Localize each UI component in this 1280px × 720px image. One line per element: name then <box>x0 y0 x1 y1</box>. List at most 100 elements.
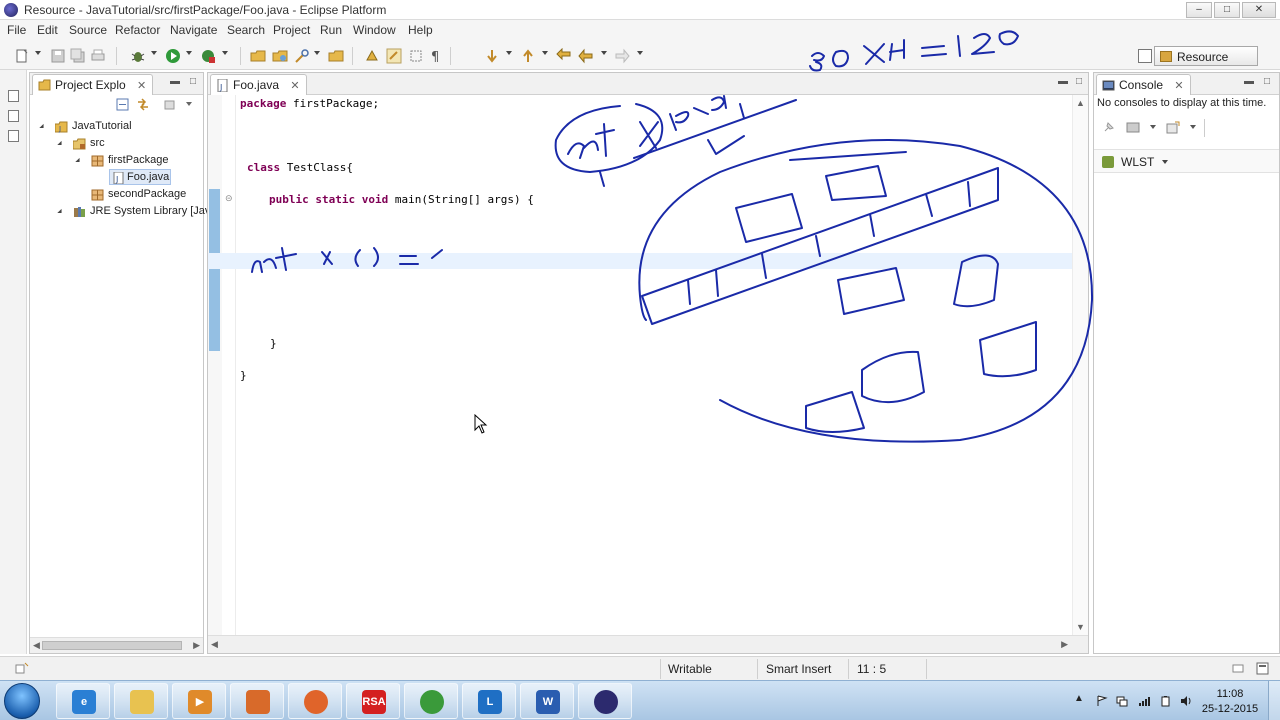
back-icon[interactable] <box>578 48 594 64</box>
save-all-icon[interactable] <box>70 48 86 64</box>
close-icon[interactable]: ✕ <box>1174 80 1183 92</box>
scroll-left-icon[interactable]: ◀ <box>211 639 218 650</box>
menu-navigate[interactable]: Navigate <box>170 23 217 37</box>
signal-icon[interactable] <box>1138 695 1150 707</box>
maximize-trim-icon[interactable] <box>1256 662 1269 675</box>
wlst-label[interactable]: WLST <box>1121 155 1154 169</box>
search-dropdown-icon[interactable] <box>314 51 320 55</box>
volume-icon[interactable] <box>1180 695 1192 707</box>
minimized-view-icon[interactable] <box>8 110 19 122</box>
perspective-resource-button[interactable]: Resource <box>1154 46 1258 66</box>
system-clock[interactable]: 11:08 25-12-2015 <box>1200 687 1260 717</box>
open-perspective-icon[interactable] <box>1138 49 1152 63</box>
search-icon[interactable] <box>294 48 310 64</box>
menu-help[interactable]: Help <box>408 23 433 37</box>
editor-text-area[interactable]: ⊝ package firstPackage; class TestClass{… <box>208 95 1088 653</box>
print-icon[interactable] <box>90 48 106 64</box>
open-task-icon[interactable] <box>272 48 288 64</box>
taskbar-app-firefox[interactable] <box>288 683 342 719</box>
taskbar-app-apps-grid[interactable] <box>230 683 284 719</box>
code-area[interactable]: package firstPackage; class TestClass{ p… <box>240 95 1072 635</box>
menu-file[interactable]: File <box>7 23 26 37</box>
view-menu-dropdown-icon[interactable] <box>186 102 192 106</box>
minimize-button[interactable]: – <box>1186 2 1212 18</box>
taskbar-app-internet-explorer[interactable]: e <box>56 683 110 719</box>
taskbar-app-chrome[interactable] <box>404 683 458 719</box>
previous-annotation-icon[interactable] <box>520 48 536 64</box>
wlst-dropdown-icon[interactable] <box>1162 160 1168 164</box>
scroll-up-icon[interactable]: ▲ <box>1076 98 1085 108</box>
collapse-all-icon[interactable] <box>116 98 129 111</box>
expand-icon[interactable] <box>75 157 82 165</box>
pin-console-icon[interactable] <box>1102 121 1115 134</box>
scroll-left-icon[interactable]: ◀ <box>33 640 40 651</box>
taskbar-app-rsa-token[interactable]: RSA <box>346 683 400 719</box>
close-icon[interactable]: ✕ <box>290 80 299 92</box>
last-edit-location-icon[interactable] <box>556 48 572 64</box>
menu-edit[interactable]: Edit <box>37 23 58 37</box>
maximize-view-icon[interactable]: □ <box>188 77 198 87</box>
menu-project[interactable]: Project <box>273 23 310 37</box>
tab-console[interactable]: Console ✕ <box>1096 74 1191 95</box>
fold-marker-icon[interactable]: ⊝ <box>225 193 233 204</box>
maximize-button[interactable]: □ <box>1214 2 1240 18</box>
save-icon[interactable] <box>50 48 66 64</box>
forward-dropdown-icon[interactable] <box>637 51 643 55</box>
next-annotation-icon[interactable] <box>484 48 500 64</box>
close-icon[interactable]: ✕ <box>137 80 146 92</box>
expand-icon[interactable] <box>57 140 64 148</box>
link-with-editor-icon[interactable] <box>136 98 150 111</box>
tree-item-foo-java[interactable]: J Foo.java <box>109 169 171 185</box>
start-button[interactable] <box>4 683 40 719</box>
menu-search[interactable]: Search <box>227 23 265 37</box>
scroll-right-icon[interactable]: ▶ <box>193 640 200 651</box>
external-tools-dropdown-icon[interactable] <box>222 51 228 55</box>
scroll-right-icon[interactable]: ▶ <box>1061 639 1068 650</box>
fast-view-icon[interactable] <box>15 662 29 675</box>
next-annotation-dropdown-icon[interactable] <box>506 51 512 55</box>
menu-window[interactable]: Window <box>353 23 396 37</box>
scroll-down-icon[interactable]: ▼ <box>1076 622 1085 632</box>
minimized-view-icon[interactable] <box>8 130 19 142</box>
open-type-icon[interactable] <box>250 48 266 64</box>
open-resource-icon[interactable] <box>328 48 344 64</box>
maximize-view-icon[interactable]: □ <box>1074 77 1084 87</box>
open-console-dropdown-icon[interactable] <box>1190 125 1196 129</box>
vertical-scrollbar[interactable]: ▲ ▼ <box>1072 95 1088 635</box>
horizontal-scrollbar[interactable]: ◀ ▶ <box>30 637 203 653</box>
display-selected-console-icon[interactable] <box>1126 121 1140 134</box>
tab-project-explorer[interactable]: Project Explo ✕ <box>32 74 154 95</box>
show-hidden-icons-icon[interactable]: ▲ <box>1074 693 1084 704</box>
new-icon[interactable] <box>14 48 30 64</box>
external-tools-icon[interactable] <box>200 48 216 64</box>
taskbar-app-lync[interactable]: L <box>462 683 516 719</box>
console-dropdown-icon[interactable] <box>1150 125 1156 129</box>
menu-source[interactable]: Source <box>69 23 107 37</box>
expand-icon[interactable] <box>57 208 64 216</box>
progress-view-icon[interactable] <box>1232 663 1244 674</box>
view-menu-icon[interactable] <box>164 98 177 111</box>
open-console-icon[interactable] <box>1166 121 1180 134</box>
tab-foo-java[interactable]: J Foo.java ✕ <box>210 74 307 95</box>
network-icon[interactable] <box>1116 695 1128 707</box>
run-dropdown-icon[interactable] <box>186 51 192 55</box>
expand-icon[interactable] <box>39 123 46 131</box>
new-dropdown-icon[interactable] <box>35 51 41 55</box>
minimize-view-icon[interactable]: ▬ <box>170 77 180 87</box>
taskbar-app-file-explorer[interactable] <box>114 683 168 719</box>
close-window-button[interactable]: ✕ <box>1242 2 1276 18</box>
menu-run[interactable]: Run <box>320 23 342 37</box>
show-desktop-button[interactable] <box>1268 681 1280 720</box>
taskbar-app-word[interactable]: W <box>520 683 574 719</box>
previous-annotation-dropdown-icon[interactable] <box>542 51 548 55</box>
debug-dropdown-icon[interactable] <box>151 51 157 55</box>
show-whitespace-icon[interactable]: ¶ <box>428 48 444 64</box>
minimize-view-icon[interactable]: ▬ <box>1058 77 1068 87</box>
battery-icon[interactable] <box>1160 695 1172 707</box>
taskbar-app-media-player[interactable]: ▶ <box>172 683 226 719</box>
forward-icon[interactable] <box>614 48 630 64</box>
toggle-mark-occurrences-icon[interactable] <box>364 48 380 64</box>
horizontal-scrollbar[interactable]: ◀ ▶ <box>208 635 1088 653</box>
taskbar-app-eclipse[interactable] <box>578 683 632 719</box>
action-center-icon[interactable] <box>1096 695 1108 707</box>
